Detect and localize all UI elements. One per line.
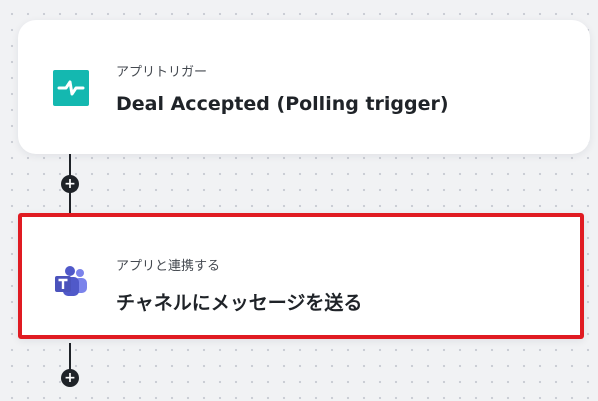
action-step-type: アプリと連携する [116, 259, 221, 274]
trigger-step-title: Deal Accepted (Polling trigger) [116, 93, 449, 115]
add-step-button[interactable]: + [61, 175, 79, 193]
trigger-step-card[interactable]: アプリトリガー Deal Accepted (Polling trigger) [18, 20, 590, 154]
add-step-button[interactable]: + [61, 369, 79, 387]
microsoft-teams-icon [53, 265, 89, 301]
connector-line-bottom [69, 343, 71, 371]
app-trigger-icon [53, 70, 89, 106]
action-step-title: チャネルにメッセージを送る [116, 292, 363, 314]
trigger-step-type: アプリトリガー [116, 65, 208, 80]
action-step-card[interactable]: アプリと連携する チャネルにメッセージを送る [18, 213, 584, 339]
